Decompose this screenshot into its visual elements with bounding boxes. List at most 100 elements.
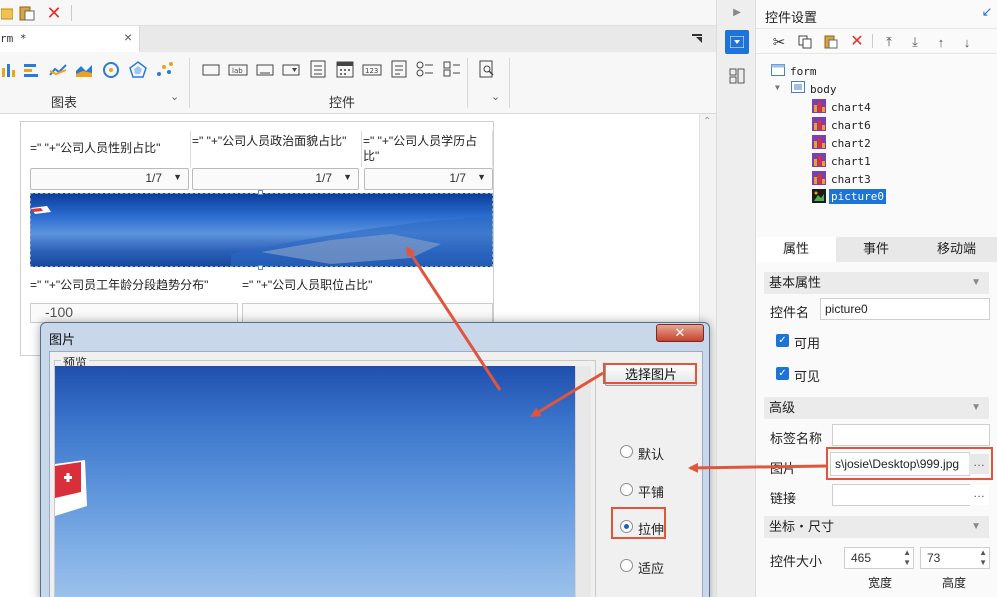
widget-settings-tab-icon[interactable]	[725, 30, 749, 54]
toolbar-divider	[872, 34, 873, 48]
tree-node-chart[interactable]: chart6	[831, 119, 871, 132]
resize-handle[interactable]	[258, 265, 263, 270]
calendar-widget-icon[interactable]	[335, 58, 355, 80]
list-widget-icon[interactable]	[308, 58, 328, 80]
picture-widget[interactable]	[30, 193, 493, 267]
chart-node-icon	[812, 117, 826, 131]
tree-node-chart[interactable]: chart4	[831, 101, 871, 114]
dock-icon[interactable]	[690, 30, 706, 48]
chart-node-icon	[812, 99, 826, 113]
delete-icon[interactable]: ✕	[44, 3, 64, 23]
chart-title-age[interactable]: =" "+"公司员工年龄分段趋势分布"	[30, 278, 240, 296]
preview-scrollbar[interactable]	[575, 366, 591, 597]
label-widget-icon[interactable]: lab	[227, 60, 249, 80]
scroll-up-icon[interactable]: ⌃	[703, 116, 711, 127]
chart-title-education[interactable]: =" "+"公司人员学历占比"	[363, 131, 493, 167]
tab-events[interactable]: 事件	[836, 237, 916, 262]
paste-icon[interactable]	[18, 4, 36, 22]
widget-name-input[interactable]: picture0	[820, 298, 990, 320]
stepper-arrows-icon[interactable]: ▲ ▼	[979, 548, 987, 568]
move-up-icon[interactable]: ↑	[932, 33, 950, 51]
horizontal-bar-chart-icon[interactable]	[22, 60, 40, 80]
chart-pager[interactable]: 1/7 ▼	[192, 168, 359, 190]
highlight-stretch-option	[611, 507, 666, 539]
fit-option-label: 适应	[638, 561, 665, 576]
textarea-widget-icon[interactable]	[389, 58, 409, 80]
browse-link-button[interactable]: …	[969, 485, 989, 505]
bar-chart-icon[interactable]	[0, 60, 16, 80]
gauge-chart-icon[interactable]	[101, 60, 121, 80]
search-widget-icon[interactable]	[477, 58, 497, 80]
tree-node-chart[interactable]: chart1	[831, 155, 871, 168]
chevron-down-icon: ▼	[971, 521, 981, 532]
tree-node-chart[interactable]: chart3	[831, 173, 871, 186]
tab-mobile[interactable]: 移动端	[916, 237, 997, 262]
chart-pager[interactable]: 1/7 ▼	[364, 168, 493, 190]
paste-icon[interactable]	[822, 33, 840, 51]
tab-form[interactable]: rm * ×	[0, 26, 140, 52]
widget-name-label: 控件名	[770, 305, 810, 320]
chart-placeholder[interactable]: -100	[30, 303, 238, 323]
move-bottom-icon[interactable]: ⤓	[906, 33, 924, 51]
area-chart-icon[interactable]	[74, 60, 94, 80]
tree-node-form[interactable]: form	[790, 65, 817, 78]
line-chart-icon[interactable]	[48, 60, 68, 80]
section-advanced[interactable]: 高级 ▼	[764, 397, 989, 419]
collapse-right-icon[interactable]: ▶	[731, 4, 743, 20]
height-stepper[interactable]: 73 ▲ ▼	[920, 547, 990, 569]
visible-checkbox[interactable]: ✓	[776, 367, 789, 380]
chart-title-position[interactable]: =" "+"公司人员职位占比"	[242, 278, 442, 296]
chart-placeholder[interactable]	[242, 303, 493, 323]
radio-icon	[620, 445, 633, 458]
chevron-down-icon[interactable]: ⌄	[170, 90, 179, 103]
button-widget-icon[interactable]	[201, 60, 221, 80]
width-stepper[interactable]: 465 ▲ ▼	[844, 547, 914, 569]
enabled-checkbox[interactable]: ✓	[776, 334, 789, 347]
dialog-close-button[interactable]: ✕	[656, 324, 704, 342]
height-value: 73	[927, 551, 941, 565]
sky-photo	[55, 460, 87, 516]
radio-group-widget-icon[interactable]	[415, 58, 435, 80]
move-down-icon[interactable]: ↓	[958, 33, 976, 51]
side-strip: ▶	[716, 0, 756, 597]
close-icon[interactable]: ×	[124, 29, 132, 45]
group-label-controls: 控件	[329, 95, 356, 110]
section-geometry[interactable]: 坐标・尺寸 ▼	[764, 516, 989, 538]
chart-title-gender[interactable]: =" "+"公司人员性别占比"	[30, 131, 191, 167]
chart-title-politics[interactable]: =" "+"公司人员政治面貌占比"	[192, 131, 362, 167]
enabled-label: 可用	[794, 336, 821, 351]
folder-icon[interactable]	[0, 5, 14, 21]
axis-value: -100	[45, 304, 74, 320]
tree-node-picture-selected[interactable]: picture0	[829, 189, 886, 204]
stepper-arrows-icon[interactable]: ▲ ▼	[903, 548, 911, 568]
checkbox-group-widget-icon[interactable]	[442, 58, 462, 80]
move-top-icon[interactable]: ⤒	[880, 33, 898, 51]
tree-node-body[interactable]: body	[810, 83, 837, 96]
section-title: 高级	[769, 400, 796, 415]
caret-down-icon: ▼	[343, 172, 352, 182]
component-tab-icon[interactable]	[727, 66, 747, 86]
tag-name-input[interactable]	[832, 424, 990, 446]
tab-properties[interactable]: 属性	[756, 237, 836, 262]
expand-icon[interactable]: ▼	[775, 83, 780, 92]
fit-option-label: 默认	[638, 447, 665, 462]
caret-down-icon: ▼	[477, 172, 486, 182]
tree-node-chart[interactable]: chart2	[831, 137, 871, 150]
number-widget-icon[interactable]: 123	[361, 60, 383, 80]
radar-chart-icon[interactable]	[128, 60, 148, 80]
cut-icon[interactable]: ✂	[770, 33, 788, 51]
chevron-down-icon[interactable]: ⌄	[491, 90, 500, 103]
copy-icon[interactable]	[796, 33, 814, 51]
resize-handle[interactable]	[258, 190, 263, 195]
link-input[interactable]	[832, 484, 970, 506]
collapse-icon[interactable]: ↙	[980, 4, 994, 20]
section-basic[interactable]: 基本属性 ▼	[764, 272, 989, 294]
property-tabs: 属性 事件 移动端	[756, 237, 997, 262]
text-field-widget-icon[interactable]	[255, 60, 275, 80]
dropdown-widget-icon[interactable]	[281, 60, 301, 80]
pager-text: 1/7	[449, 171, 466, 185]
top-toolbar: ✕	[0, 0, 716, 26]
delete-icon[interactable]: ✕	[848, 32, 866, 50]
scatter-chart-icon[interactable]	[155, 60, 175, 80]
chart-pager[interactable]: 1/7 ▼	[30, 168, 189, 190]
